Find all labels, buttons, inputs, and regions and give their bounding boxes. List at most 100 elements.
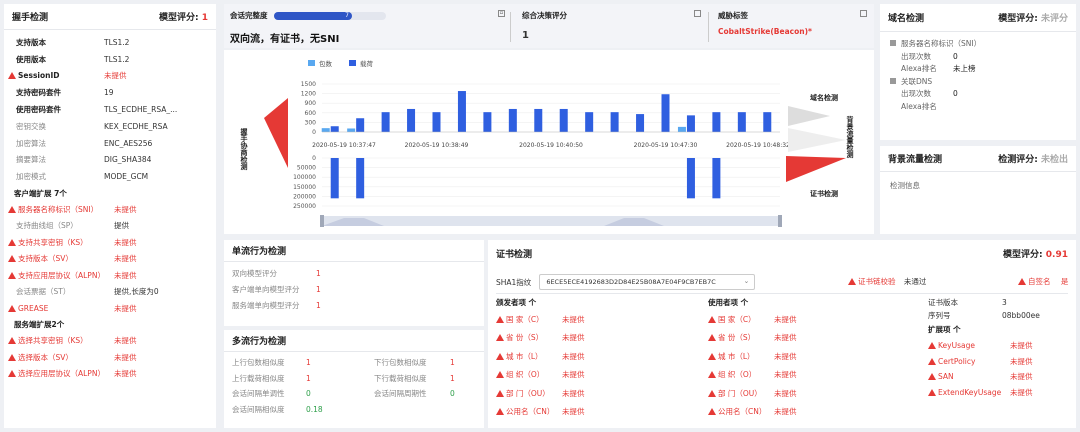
kv-row: 选择应用层协议（ALPN） 未提供: [4, 366, 216, 383]
row-label: 支持版本: [4, 37, 104, 48]
packets-bar[interactable]: [677, 126, 686, 132]
row-label: 会话间隔相似度: [232, 404, 285, 414]
cert-field-row: 部 门（OU） 未提供: [708, 384, 908, 403]
sha1-select[interactable]: 6ECE5ECE4192683D2D84E25B08A7E04F9CB7EB7C…: [539, 274, 756, 290]
row-label: 部 门（OU）: [708, 388, 774, 399]
payload-bar[interactable]: [381, 112, 390, 132]
payload-bar[interactable]: [610, 112, 619, 132]
x-tick-label: 2020-05-19 10:47:30: [634, 142, 698, 149]
packets-bar[interactable]: [321, 128, 330, 132]
row-value: TLS1.2: [104, 37, 130, 47]
kv-row: 服务器名称标识（SNI） 未提供: [4, 201, 216, 218]
row-label-text: 支持应用层协议（ALPN）: [18, 270, 105, 280]
lower-payload-bar[interactable]: [712, 158, 721, 199]
payload-bar[interactable]: [712, 112, 721, 132]
issuer-column: 颁发者项 个 国 家（C） 未提供省 份（S） 未提供城 市（L） 未提供组 织（O）…: [496, 296, 696, 421]
cert-title: 证书检测: [496, 249, 533, 260]
kv-row: GREASE 未提供: [4, 300, 216, 317]
cert-field-row: 城 市（L） 未提供: [708, 347, 908, 366]
kv-row: 支持应用层协议（ALPN） 未提供: [4, 267, 216, 284]
payload-bar[interactable]: [737, 112, 746, 132]
alert-icon: [496, 389, 504, 397]
row-value: 19: [104, 88, 114, 98]
expand-icon[interactable]: [694, 10, 701, 17]
payload-bar[interactable]: [763, 112, 772, 132]
row-value: 未提供: [1010, 356, 1033, 366]
lower-payload-bar[interactable]: [330, 158, 339, 199]
y-tick-label: 0: [312, 155, 316, 162]
background-panel: 背景流量检测 检测评分: 未检出 检测信息: [880, 146, 1076, 234]
row-label: 加密模式: [4, 171, 104, 182]
payload-bar[interactable]: [559, 108, 568, 132]
single-flow-title: 单流行为检测: [232, 247, 287, 257]
cert-field-row: 城 市（L） 未提供: [496, 347, 696, 366]
y-tick-label: 250000: [293, 203, 316, 210]
payload-bar[interactable]: [534, 108, 543, 132]
multi-flow-row: 会话间隔相似度 0.18: [224, 402, 484, 418]
packets-bar[interactable]: [347, 128, 356, 132]
payload-bar[interactable]: [457, 91, 466, 132]
row-label-text: SAN: [938, 372, 954, 382]
row-value: 1: [306, 358, 311, 368]
row-label-text: 支持版本: [16, 37, 46, 47]
lower-payload-bar[interactable]: [356, 158, 365, 199]
row-value: KEX_ECDHE_RSA: [104, 121, 168, 131]
payload-bar[interactable]: [636, 114, 645, 132]
chain-label: 证书链校验: [858, 277, 896, 286]
row-label: 选择应用层协议（ALPN）: [4, 368, 114, 379]
row-label-text: 城 市（L）: [506, 351, 543, 361]
sha1-value: 6ECE5ECE4192683D2D84E25B08A7E04F9CB7EB7C: [546, 278, 716, 286]
row-value: 未提供: [562, 388, 585, 398]
payload-bar[interactable]: [585, 112, 594, 132]
row-label: KeyUsage: [928, 341, 1010, 350]
row-value: 未提供: [114, 270, 137, 280]
row-label: 支持版本（SV）: [4, 253, 114, 264]
alert-icon: [8, 72, 16, 80]
multi-flow-header: 多流行为检测: [224, 330, 484, 352]
divider: [510, 12, 511, 42]
alert-icon: [496, 352, 504, 360]
zoom-handle-right[interactable]: [778, 215, 782, 227]
y-tick-label: 600: [305, 110, 317, 117]
row-label: 使用版本: [4, 54, 104, 65]
cert-header: 证书检测 模型评分: 0.91: [488, 240, 1076, 266]
payload-bar[interactable]: [407, 108, 416, 132]
kv-row: 加密算法 ENC_AES256: [4, 135, 216, 152]
row-label-text: 会话票据（ST）: [16, 287, 71, 297]
payload-bar[interactable]: [686, 115, 695, 132]
payload-bar[interactable]: [508, 108, 517, 132]
decision-label: 综合决策评分: [522, 11, 567, 20]
integrity-label: 会话完整度: [230, 11, 268, 20]
lower-payload-bar[interactable]: [686, 158, 695, 199]
payload-bar[interactable]: [356, 118, 365, 132]
row-value: 未提供: [1010, 341, 1033, 351]
row-value: 未提供: [774, 314, 797, 324]
alert-icon: [708, 352, 716, 360]
payload-bar[interactable]: [483, 112, 492, 132]
ext-rows: KeyUsage 未提供 CertPolicy 未提供 SAN 未提供 ExtendKeyU…: [928, 338, 1068, 400]
zoom-slider-track[interactable]: [322, 216, 780, 226]
row-label-text: 服务器名称标识（SNI）: [18, 204, 99, 214]
payload-bar[interactable]: [661, 94, 670, 132]
payload-bar[interactable]: [432, 112, 441, 132]
serial-label: 序列号: [928, 311, 951, 320]
payload-bar[interactable]: [330, 126, 339, 132]
cert-arrow-label: 证书检测: [810, 189, 838, 198]
expand-icon[interactable]: ▫: [498, 10, 505, 17]
subject-rows: 国 家（C） 未提供省 份（S） 未提供城 市（L） 未提供组 织（O） 未提供部 门（…: [708, 310, 908, 421]
dns-alexa-label: Alexa排名: [901, 101, 937, 111]
kv-row: 会话票据（ST） 提供,长度为0: [4, 284, 216, 301]
row-value: 0: [450, 389, 455, 399]
background-header: 背景流量检测 检测评分: 未检出: [880, 146, 1076, 172]
expand-icon[interactable]: [860, 10, 867, 17]
row-label: 城 市（L）: [708, 351, 774, 362]
background-info: 检测信息: [890, 181, 920, 190]
dns-count: 0: [953, 89, 958, 98]
zoom-handle-left[interactable]: [320, 215, 324, 227]
version-label: 证书版本: [928, 298, 958, 307]
row-value: DIG_SHA384: [104, 155, 152, 165]
row-label-text: 使用密码套件: [16, 105, 61, 115]
background-score: 未检出: [1040, 155, 1068, 165]
row-value: 未提供: [774, 351, 797, 361]
row-value: 未提供: [774, 388, 797, 398]
